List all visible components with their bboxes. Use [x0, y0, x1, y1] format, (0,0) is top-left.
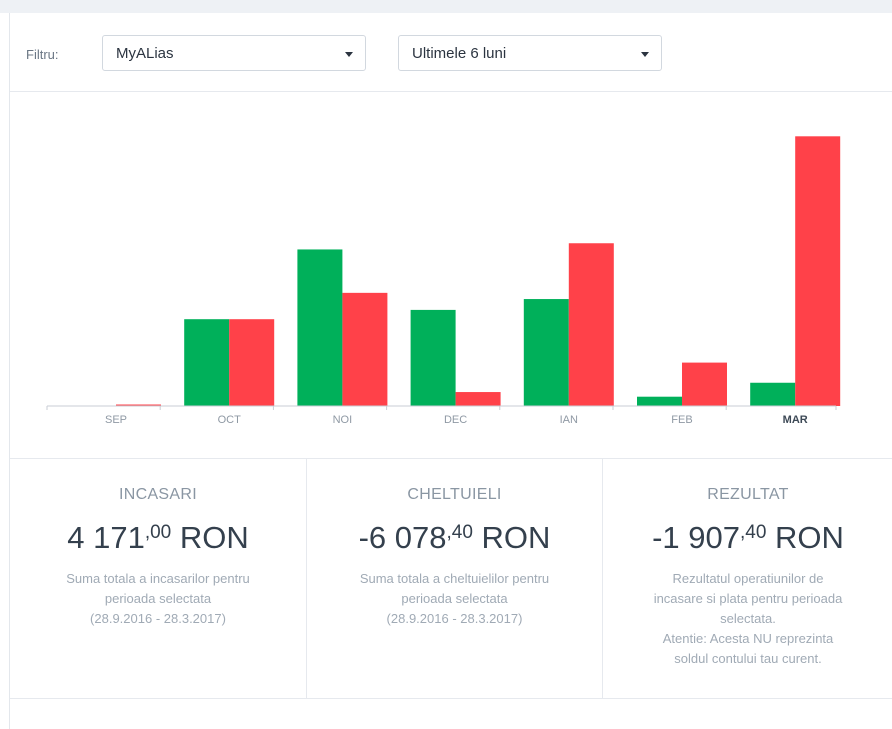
caret-down-icon [641, 52, 649, 57]
stat-description: Rezultatul operatiunilor de incasare si … [653, 571, 843, 666]
bar-income-oct[interactable] [184, 319, 230, 406]
x-tick-label-ian: IAN [560, 414, 578, 426]
account-select-value: MyALias [116, 45, 174, 62]
bar-income-noi[interactable] [297, 249, 343, 406]
stat-description: Suma totala a cheltuielilor pentru perio… [359, 571, 550, 626]
x-tick-label-dec: DEC [444, 414, 467, 426]
bar-income-mar[interactable] [750, 382, 796, 406]
bar-expense-ian[interactable] [568, 243, 614, 406]
stat-value: -1 907,40 RON [652, 520, 844, 555]
bar-expense-dec[interactable] [455, 392, 501, 406]
chart-area: SEP OCT NOI DEC IAN FEB MAR [10, 92, 892, 458]
account-select[interactable]: MyALias [102, 35, 366, 71]
bar-income-ian[interactable] [523, 299, 569, 406]
bar-expense-mar[interactable] [795, 136, 841, 407]
stat-cheltuieli: CHELTUIELI -6 078,40 RON Suma totala a c… [306, 459, 602, 698]
x-tick-label-oct: OCT [218, 414, 242, 426]
bar-chart: SEP OCT NOI DEC IAN FEB MAR [46, 136, 841, 426]
x-tick-label-noi: NOI [333, 414, 353, 426]
stat-value: -6 078,40 RON [358, 520, 551, 555]
summary-panel: Filtru: MyALias Ultimele 6 luni SEP OCT NO… [9, 13, 892, 729]
bar-expense-oct[interactable] [229, 319, 275, 406]
stat-incasari: INCASARI 4 171,00 RON Suma totala a inca… [10, 459, 306, 698]
bar-income-dec[interactable] [410, 309, 456, 406]
top-bar [0, 0, 892, 13]
stat-title: REZULTAT [707, 486, 789, 503]
filter-row: Filtru: MyALias Ultimele 6 luni [10, 13, 892, 92]
period-select-value: Ultimele 6 luni [412, 45, 507, 62]
stat-rezultat: REZULTAT -1 907,40 RON Rezultatul operat… [602, 459, 892, 698]
stats-row: INCASARI 4 171,00 RON Suma totala a inca… [10, 458, 892, 699]
bar-income-feb[interactable] [637, 396, 682, 406]
bar-expense-noi[interactable] [342, 292, 388, 406]
caret-down-icon [345, 52, 353, 57]
x-tick-label-feb: FEB [671, 414, 692, 426]
period-select[interactable]: Ultimele 6 luni [398, 35, 662, 71]
bar-expense-feb[interactable] [682, 362, 727, 406]
stat-title: CHELTUIELI [407, 486, 502, 503]
stat-value: 4 171,00 RON [67, 520, 249, 555]
filter-label: Filtru: [26, 47, 59, 62]
stat-title: INCASARI [119, 486, 197, 503]
stat-description: Suma totala a incasarilor pentru perioad… [66, 571, 250, 626]
x-tick-label-mar: MAR [783, 414, 808, 426]
x-tick-label-sep: SEP [105, 414, 127, 426]
